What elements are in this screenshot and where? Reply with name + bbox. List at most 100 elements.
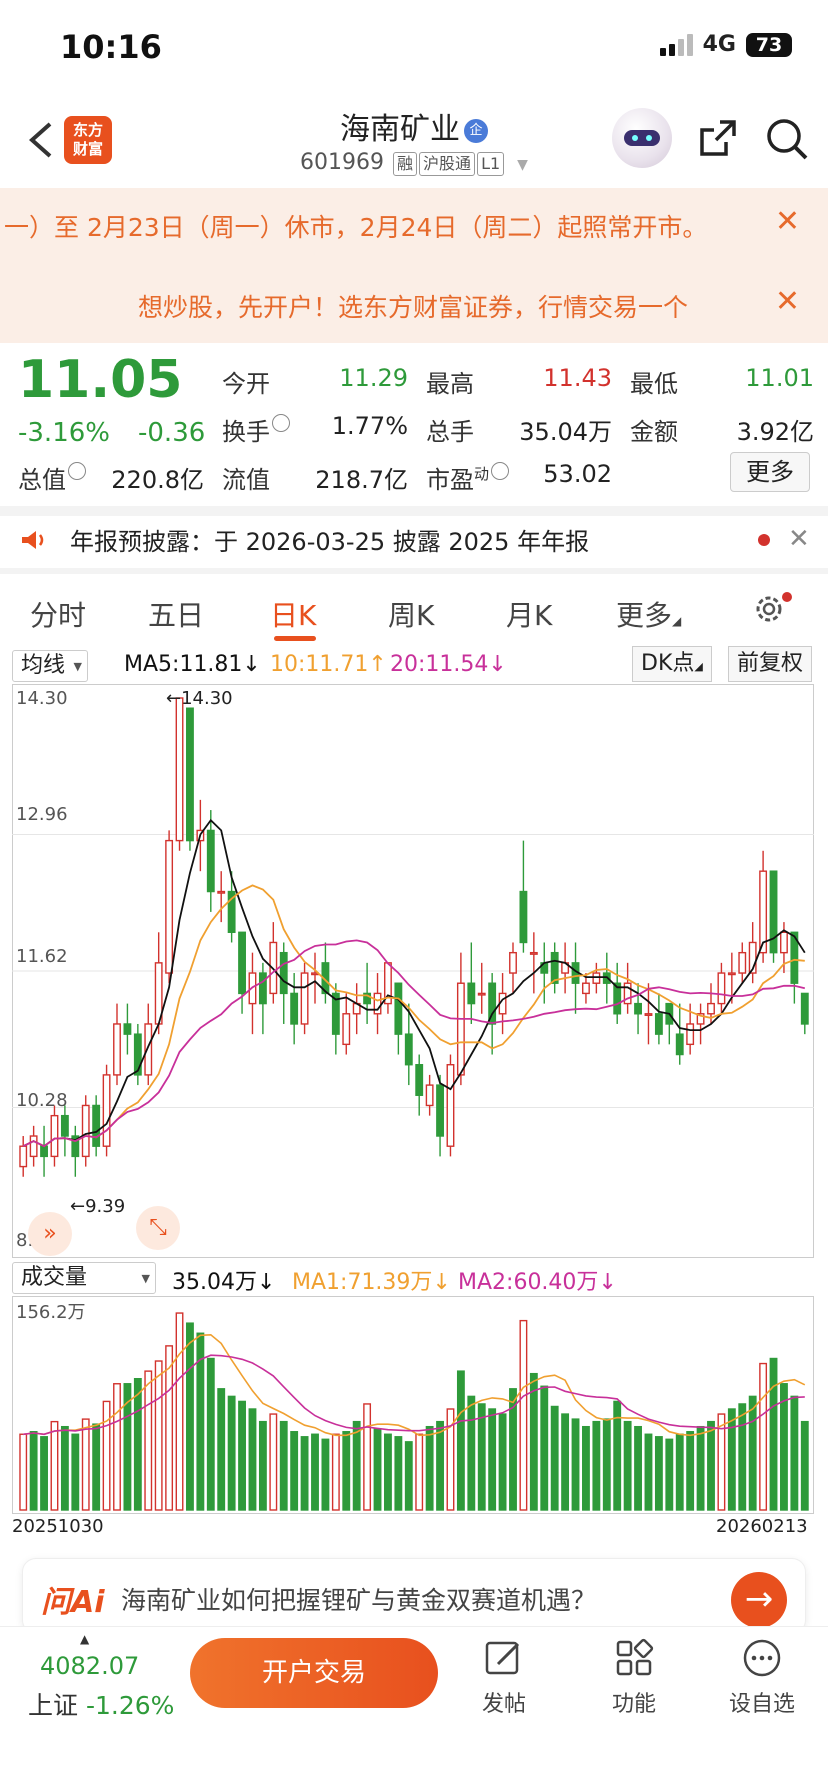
close-icon[interactable]: ✕	[775, 284, 800, 319]
candle	[258, 972, 267, 1005]
volume-bar	[634, 1425, 642, 1511]
volume-bar	[550, 1405, 559, 1511]
share-icon[interactable]	[696, 116, 740, 160]
search-icon[interactable]	[764, 116, 810, 162]
tab-daily-k[interactable]: 日K	[270, 594, 316, 634]
function-grid-icon[interactable]	[614, 1638, 654, 1678]
index-name[interactable]: 上证 -1.26%	[28, 1686, 174, 1722]
info-icon[interactable]	[68, 462, 86, 480]
holiday-notice[interactable]: 一）至 2月23日（周一）休市，2月24日（周二）起照常开市。	[0, 208, 828, 244]
volume-bar	[748, 1395, 757, 1511]
candle	[759, 870, 768, 954]
candle	[477, 992, 486, 996]
volume-bar	[217, 1388, 226, 1511]
candle	[175, 697, 184, 842]
expand-icon[interactable]: ⤡	[136, 1206, 180, 1250]
volume-bar	[373, 1428, 382, 1511]
function-label[interactable]: 功能	[584, 1686, 684, 1718]
tab-more[interactable]: 更多◢	[616, 594, 681, 634]
candle	[238, 931, 246, 995]
kline-chart[interactable]	[12, 684, 814, 1258]
close-icon[interactable]: ✕	[775, 204, 800, 239]
info-icon[interactable]	[491, 462, 510, 480]
candle	[529, 951, 538, 955]
volume-bar	[154, 1360, 163, 1511]
x-start-date: 20251030	[12, 1516, 104, 1537]
ai-question-text[interactable]: 海南矿业如何把握锂矿与黄金双赛道机遇？	[121, 1581, 596, 1617]
low-value: 11.01	[745, 364, 814, 392]
volume-bar	[592, 1420, 601, 1511]
candle	[102, 1074, 111, 1147]
more-dots-icon[interactable]	[742, 1638, 782, 1678]
candle	[217, 890, 226, 894]
divider	[0, 568, 828, 574]
high-value: 11.43	[543, 364, 612, 392]
candle	[550, 951, 559, 984]
candle	[290, 992, 299, 1025]
post-label[interactable]: 发帖	[454, 1686, 554, 1718]
open-value: 11.29	[339, 364, 408, 392]
volume-bar	[654, 1436, 663, 1511]
volume-bar	[769, 1357, 778, 1511]
change-amount: -0.36	[138, 418, 206, 448]
info-icon[interactable]	[272, 414, 290, 432]
indicator-select[interactable]: 均线	[12, 650, 89, 682]
candle	[206, 829, 215, 893]
mktcap-value: 220.8亿	[111, 466, 204, 494]
candle	[165, 839, 174, 974]
gear-unread-dot	[782, 592, 792, 602]
tab-monthly-k[interactable]: 月K	[506, 594, 552, 634]
volume-bar	[133, 1377, 142, 1511]
candle	[707, 1002, 715, 1015]
volume-legend: 35.04万↓	[172, 1270, 276, 1295]
candle	[519, 890, 528, 944]
volume-bar	[623, 1420, 632, 1511]
candle	[738, 951, 747, 974]
volume-bar	[571, 1418, 580, 1511]
volume-bar	[92, 1423, 101, 1511]
amount-value: 3.92亿	[736, 418, 814, 446]
announcement-text[interactable]: 年报预披露：于 2026-03-25 披露 2025 年年报	[70, 522, 589, 557]
dk-point-button[interactable]: DK点◢	[632, 646, 712, 682]
tab-weekly-k[interactable]: 周K	[388, 594, 434, 634]
index-value[interactable]: 4082.07	[40, 1652, 139, 1680]
close-icon[interactable]: ✕	[788, 524, 810, 554]
ai-logo: 问Ai	[41, 1585, 105, 1620]
chevron-down-icon[interactable]: ▼	[517, 157, 528, 173]
volume-max-label: 156.2万	[16, 1302, 86, 1323]
volume-chart[interactable]	[12, 1296, 814, 1514]
ai-question-bar[interactable]: 问Ai 海南矿业如何把握锂矿与黄金双赛道机遇？ →	[22, 1558, 806, 1634]
tab-five-day[interactable]: 五日	[148, 594, 204, 634]
ai-robot-avatar[interactable]	[612, 108, 672, 168]
add-watchlist-label[interactable]: 设自选	[712, 1686, 812, 1718]
candle	[425, 1084, 434, 1107]
open-label: 今开	[222, 370, 270, 398]
volume-bar	[311, 1433, 319, 1511]
volume-bar	[582, 1425, 590, 1511]
tab-intraday[interactable]: 分时	[30, 594, 86, 634]
tag-level: L1	[477, 152, 505, 176]
volume-bar	[467, 1395, 476, 1511]
account-notice[interactable]: 想炒股，先开户！选东方财富证券，行情交易一个	[0, 288, 752, 324]
volume-indicator-select[interactable]: 成交量	[12, 1262, 156, 1294]
volume-bar	[279, 1420, 288, 1511]
candle	[60, 1114, 69, 1137]
arrow-right-icon[interactable]: →	[731, 1572, 787, 1628]
high-marker: ←14.30	[166, 688, 233, 709]
gear-icon[interactable]	[752, 592, 786, 626]
status-time: 10:16	[60, 28, 162, 66]
volume-bar	[300, 1436, 309, 1511]
candle	[446, 1064, 455, 1147]
low-marker: ←9.39	[70, 1196, 126, 1217]
pe-label: 市盈动	[426, 460, 510, 495]
float-label: 流值	[222, 466, 270, 494]
active-tab-indicator	[274, 636, 316, 641]
adjust-button[interactable]: 前复权	[728, 646, 813, 682]
volume-bar	[415, 1433, 424, 1511]
post-icon[interactable]	[484, 1638, 524, 1678]
current-price: 11.05	[18, 350, 183, 410]
volume-bar	[384, 1433, 392, 1511]
open-account-trade-button[interactable]: 开户交易	[190, 1638, 438, 1708]
collapse-icon[interactable]: »	[28, 1212, 72, 1256]
more-button[interactable]: 更多	[730, 452, 810, 492]
